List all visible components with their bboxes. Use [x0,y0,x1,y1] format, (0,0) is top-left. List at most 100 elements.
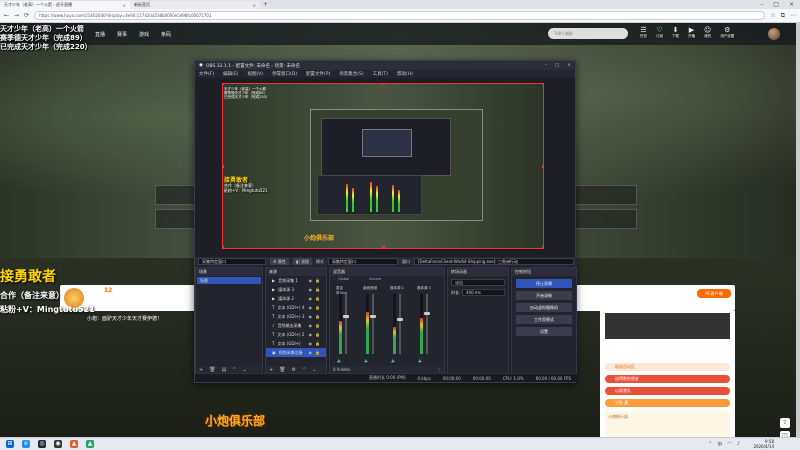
steam-icon[interactable]: ◎ [38,440,46,448]
menu-edit[interactable]: 编辑(E) [223,71,238,77]
app-icon[interactable]: ▲ [70,440,78,448]
menu-profile[interactable]: 配置文件(P) [306,71,330,77]
properties-button[interactable]: ⚙ 属性 [270,258,289,265]
studio-mode-button[interactable]: 工作室模式 [516,315,572,324]
maximize-icon[interactable]: □ [555,63,559,68]
volume-fader[interactable] [426,294,428,354]
speaker-icon[interactable]: 🔈 [418,358,423,363]
volume-fader[interactable] [372,294,374,354]
menu-view[interactable]: 视图(V) [247,71,263,77]
keyboard-icon[interactable]: 中 [717,441,722,448]
mixer-tab-global[interactable]: Global [338,277,349,281]
settings-button[interactable]: 设置 [516,327,572,336]
resize-handle[interactable] [542,246,544,249]
source-item-selected[interactable]: ▣ 视频采集设备 ◉🔒 [266,348,326,357]
visibility-lock-icons[interactable]: ◉🔒 [309,330,326,339]
start-recording-button[interactable]: 开始录制 [516,291,572,300]
panel-row-0[interactable]: 粘粉活动区 [605,363,730,371]
start-icon[interactable]: ⊞ [6,440,14,448]
clock[interactable]: 9:58 2026/4/14 [753,439,774,449]
resize-handle[interactable] [222,165,224,168]
source-item[interactable]: ▶ 媒体源 3 ◉🔒 [266,285,326,294]
panel-row-2[interactable]: 以阅我礼 [605,387,730,395]
pc-client-badge[interactable]: PC客户端 [697,289,731,298]
settings-button[interactable]: ⚙ 用户设置 [720,26,734,39]
nav-more[interactable]: 条码 [161,31,171,38]
new-tab-icon[interactable]: + [263,1,268,8]
nav-games[interactable]: 游戏 [139,31,149,38]
close-tab-icon[interactable]: × [253,3,256,8]
source-bounding-box[interactable] [222,83,544,249]
source-item[interactable]: T 文本 (GDI+) 3 ◉🔒 [266,312,326,321]
volume-fader[interactable] [345,294,347,354]
menu-scene-collection[interactable]: 场景集合(S) [339,71,363,77]
volume-icon[interactable]: ♪ [737,441,740,448]
menu-help[interactable]: 帮助(H) [397,71,413,77]
extensions-icon[interactable]: ⧉ [781,12,785,20]
visibility-lock-icons[interactable]: ◉🔒 [309,294,326,303]
site-search-input[interactable]: Tr8hl 翻屏 [548,28,628,39]
wifi-icon[interactable]: ◠ [727,441,731,448]
source-item[interactable]: ♪ 音频输出采集 ◉🔒 [266,321,326,330]
task-button[interactable]: ☰ 任务 [640,26,647,39]
duration-input[interactable]: 400 ms [462,289,505,296]
promo-image[interactable] [605,313,730,339]
maximize-icon[interactable]: □ [773,1,779,8]
close-tab-icon[interactable]: × [123,3,126,8]
browser-tab[interactable]: 新标签页 × [130,1,260,9]
obs-taskbar-icon[interactable]: ◉ [54,440,62,448]
visibility-lock-icons[interactable]: ◉🔒 [309,339,326,348]
menu-docks[interactable]: 停靠窗口(D) [272,71,297,77]
resize-handle[interactable] [382,83,385,85]
visibility-lock-icons[interactable]: ◉🔒 [309,303,326,312]
page-scrollbar[interactable] [796,23,800,437]
source-item[interactable]: ▶ 媒体源 2 ◉🔒 [266,294,326,303]
volume-fader[interactable] [399,294,401,354]
visibility-lock-icons[interactable]: ◉🔒 [309,312,326,321]
visibility-lock-icons[interactable]: ◉🔒 [309,348,326,357]
obs-preview[interactable]: 天才少年（老高）一个火箭 赛季德天才少年（完成89） 已完成天才少年（完成220… [222,83,544,249]
go-live-button[interactable]: ▶ 开播 [688,26,695,39]
close-icon[interactable]: × [567,63,571,68]
user-avatar[interactable] [768,28,780,40]
download-button[interactable]: ⬇ 下载 [672,26,679,39]
app-icon-2[interactable]: ▲ [86,440,94,448]
reload-icon[interactable]: ⟳ [24,12,29,19]
star-icon[interactable]: ☆ [770,12,775,19]
window-select[interactable]: [DeltaForceClient-Win64-Shipping.exe]: 三… [413,258,574,265]
scene-item[interactable]: 场景 [197,277,261,284]
nav-events[interactable]: 赛事 [117,31,127,38]
resize-handle[interactable] [542,165,544,168]
resize-handle[interactable] [222,246,224,249]
minimize-icon[interactable]: – [760,1,763,8]
forward-icon[interactable]: → [14,12,19,19]
minimize-icon[interactable]: – [545,63,547,68]
fader-knob[interactable] [424,312,430,315]
source-item[interactable]: ▶ 音频采集 1 ◉🔒 [266,276,326,285]
fader-knob[interactable] [370,315,376,318]
close-window-icon[interactable]: × [789,1,794,8]
address-bar[interactable]: https://www.huya.com/21402040?display=4e… [34,11,766,20]
virtual-camera-button[interactable]: 启动虚拟摄像机 [516,303,572,312]
filters-button[interactable]: ◧ 滤镜 [292,258,312,265]
source-item[interactable]: T 文本 (GDI+) 2 ◉🔒 [266,330,326,339]
menu-icon[interactable]: ⋯ [790,12,796,19]
edge-icon[interactable]: e [22,440,30,448]
subscribe-button[interactable]: ♡ 订阅 [656,26,663,39]
mode-select[interactable]: 采集特定窗口 [327,258,398,265]
resize-handle[interactable] [542,83,544,85]
source-item[interactable]: T 文本 (GDI+) 4 ◉🔒 [266,303,326,312]
visibility-lock-icons[interactable]: ◉🔒 [309,276,326,285]
speaker-icon[interactable]: 🔈 [391,358,396,363]
fader-knob[interactable] [343,315,349,318]
menu-file[interactable]: 文件(F) [199,71,214,77]
source-item[interactable]: T 文本 (GDI+) ◉🔒 [266,339,326,348]
menu-tools[interactable]: 工具(T) [373,71,388,77]
my-button[interactable]: ☺ 我的 [704,26,711,39]
resize-handle[interactable] [222,83,224,85]
visibility-lock-icons[interactable]: ◉🔒 [309,321,326,330]
mixer-tab-source[interactable]: Source [369,277,381,281]
transition-type-select[interactable]: 淡出 [451,279,505,286]
speaker-icon[interactable]: 🔈 [364,358,369,363]
back-icon[interactable]: ← [4,12,9,19]
